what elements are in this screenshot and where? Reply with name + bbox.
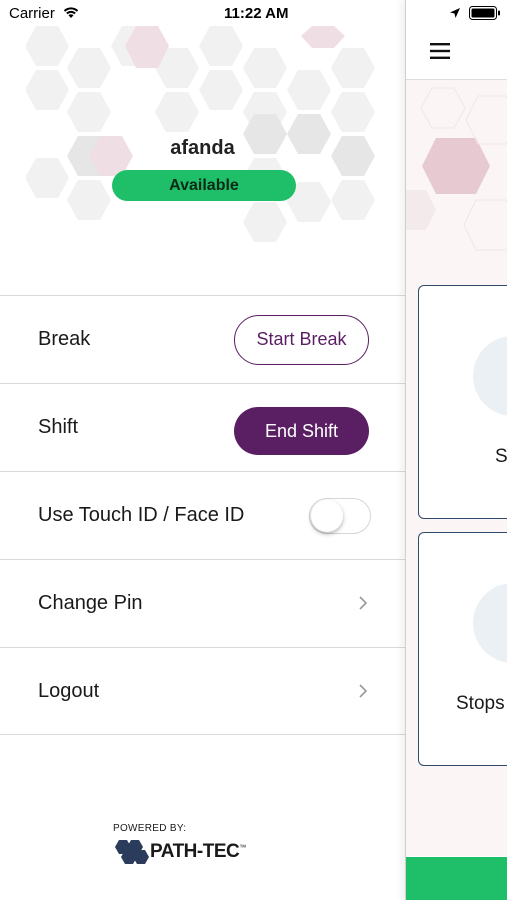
side-drawer: afanda Available Break Start Break Shift… bbox=[0, 0, 405, 900]
path-tec-hex-logo-icon bbox=[115, 840, 149, 864]
carrier-label: Carrier bbox=[9, 5, 55, 22]
path-tec-logo: PATH-TEC™ bbox=[113, 837, 246, 865]
change-pin-row[interactable]: Change Pin bbox=[0, 559, 405, 647]
start-break-button[interactable]: Start Break bbox=[234, 315, 369, 365]
hexagon-pattern-background bbox=[406, 87, 507, 251]
brand-name: PATH-TEC™ bbox=[150, 841, 246, 862]
top-nav-bar bbox=[406, 28, 507, 80]
shift-row: Shift End Shift bbox=[0, 383, 405, 471]
change-pin-label: Change Pin bbox=[38, 592, 143, 614]
card-icon-circle bbox=[473, 583, 507, 663]
status-bar: Carrier 11:22 AM bbox=[0, 0, 507, 28]
main-content-panel[interactable]: S Stops bbox=[405, 0, 507, 900]
card-icon-circle bbox=[473, 336, 507, 416]
availability-status-badge[interactable]: Available bbox=[112, 170, 296, 201]
logout-label: Logout bbox=[38, 680, 100, 702]
shift-label: Shift bbox=[38, 416, 79, 438]
biometric-row: Use Touch ID / Face ID bbox=[0, 471, 405, 559]
location-arrow-icon bbox=[450, 8, 460, 18]
wifi-icon bbox=[63, 7, 79, 18]
hamburger-menu-icon[interactable] bbox=[430, 42, 450, 60]
biometric-label: Use Touch ID / Face ID bbox=[38, 504, 245, 526]
dashboard-card[interactable]: S bbox=[418, 285, 507, 519]
clock-time: 11:22 AM bbox=[224, 5, 289, 22]
stops-card[interactable]: Stops bbox=[418, 532, 507, 766]
chevron-right-icon bbox=[359, 684, 368, 698]
toggle-knob bbox=[311, 500, 343, 532]
card-title: Stops bbox=[456, 693, 505, 714]
end-shift-button[interactable]: End Shift bbox=[234, 407, 369, 455]
drawer-menu: Break Start Break Shift End Shift Use To… bbox=[0, 295, 405, 735]
app-screen: afanda Available Break Start Break Shift… bbox=[0, 0, 507, 900]
powered-by-label: POWERED BY: bbox=[113, 823, 187, 834]
logout-row[interactable]: Logout bbox=[0, 647, 405, 735]
card-title: S bbox=[495, 446, 507, 467]
profile-name: afanda bbox=[170, 137, 235, 159]
chevron-right-icon bbox=[359, 596, 368, 610]
break-label: Break bbox=[38, 328, 91, 350]
break-row: Break Start Break bbox=[0, 295, 405, 383]
biometric-toggle[interactable] bbox=[309, 498, 371, 534]
bottom-action-bar[interactable] bbox=[406, 857, 507, 900]
battery-icon bbox=[469, 6, 500, 20]
